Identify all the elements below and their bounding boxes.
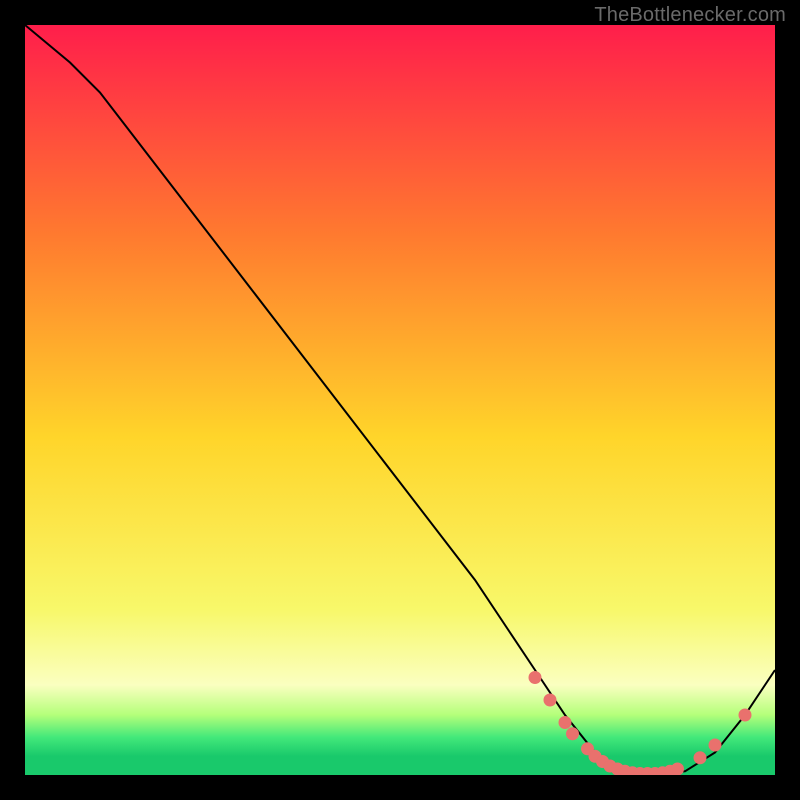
marker-point (709, 739, 721, 751)
plot-area (25, 25, 775, 775)
marker-point (529, 672, 541, 684)
watermark-text: TheBottlenecker.com (594, 4, 786, 27)
chart-stage: TheBottlenecker.com (0, 0, 800, 800)
gradient-background (25, 25, 775, 775)
marker-point (544, 694, 556, 706)
marker-point (739, 709, 751, 721)
marker-point (672, 763, 684, 775)
chart-svg (25, 25, 775, 775)
marker-point (559, 717, 571, 729)
marker-point (567, 728, 579, 740)
marker-point (694, 752, 706, 764)
